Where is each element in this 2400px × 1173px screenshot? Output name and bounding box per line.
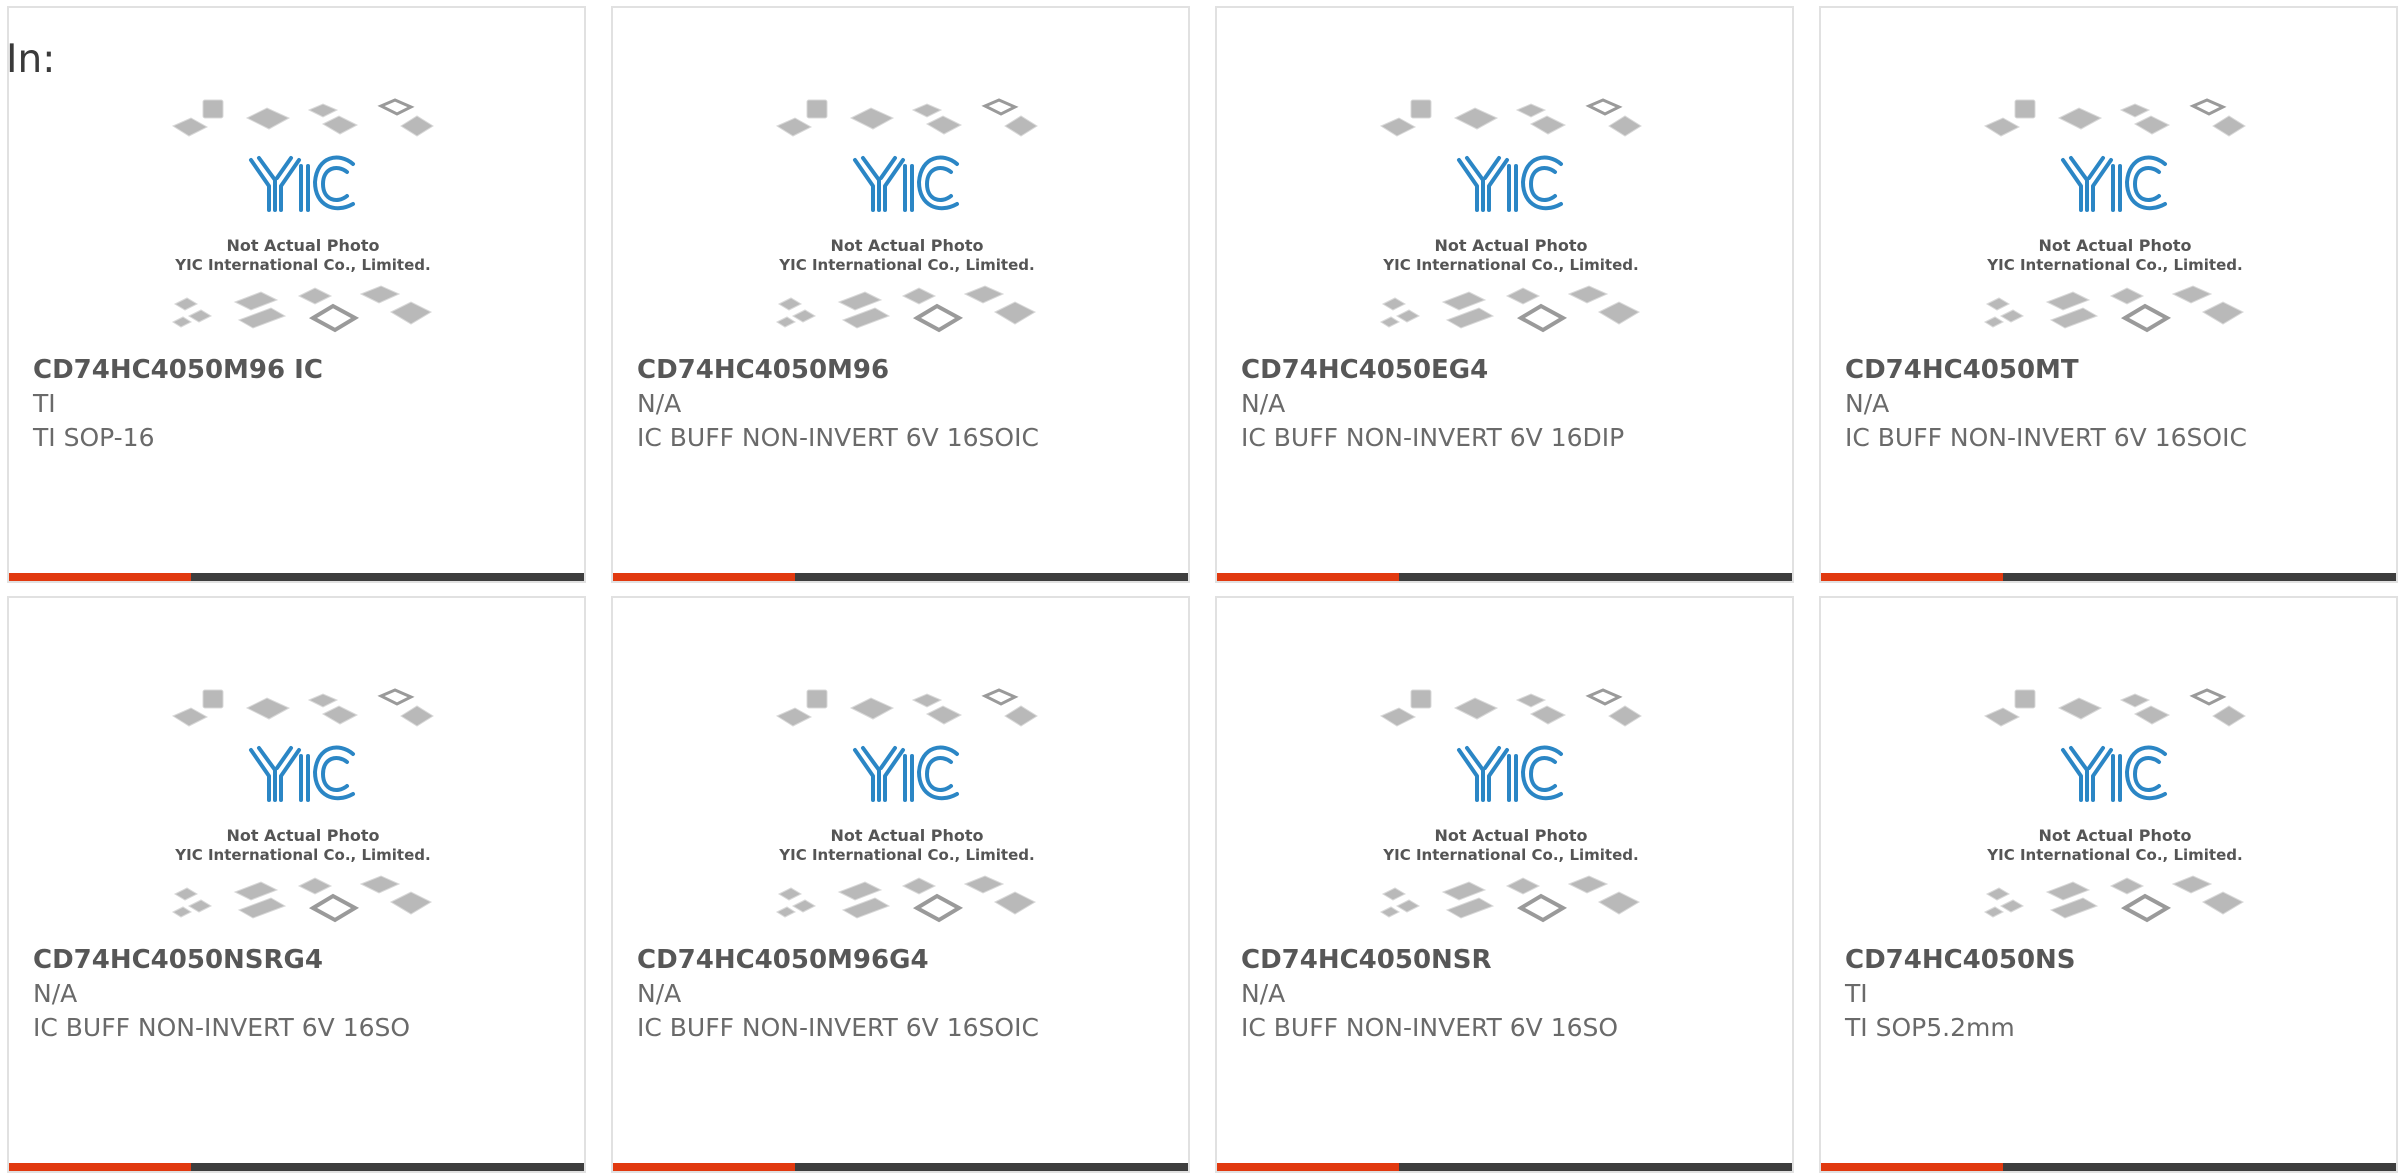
product-manufacturer: N/A xyxy=(33,979,78,1008)
product-image-placeholder: Not Actual Photo YIC International Co., L… xyxy=(165,686,441,928)
product-image-placeholder: Not Actual Photo YIC International Co., L… xyxy=(1977,96,2253,338)
not-actual-photo-label: Not Actual Photo xyxy=(1434,826,1587,845)
not-actual-photo-graphic: Not Actual PhotoYIC International Co., L… xyxy=(1983,98,2246,333)
not-actual-photo-label: Not Actual Photo xyxy=(226,826,379,845)
product-part-number[interactable]: CD74HC4050NSR xyxy=(1241,943,1780,977)
company-name-label: YIC International Co., Limited. xyxy=(1986,256,2242,274)
product-part-number[interactable]: CD74HC4050M96G4 xyxy=(637,943,1176,977)
yic-logo xyxy=(2061,155,2167,212)
card-bottom-bar xyxy=(1217,573,1792,581)
not-actual-photo-label: Not Actual Photo xyxy=(830,826,983,845)
product-manufacturer: N/A xyxy=(1241,979,1286,1008)
product-description: IC BUFF NON-INVERT 6V 16SO xyxy=(1241,1013,1619,1042)
company-name-label: YIC International Co., Limited. xyxy=(1382,256,1638,274)
product-image-placeholder: Not Actual Photo YIC International Co., L… xyxy=(165,96,441,338)
product-card[interactable]: Not Actual Photo YIC International Co., L… xyxy=(1215,6,1794,583)
product-card[interactable]: Not Actual Photo YIC International Co., L… xyxy=(1215,596,1794,1173)
card-bottom-bar xyxy=(1821,573,2396,581)
product-card[interactable]: Not Actual Photo YIC International Co., L… xyxy=(7,596,586,1173)
card-bottom-bar xyxy=(613,573,1188,581)
not-actual-photo-graphic: Not Actual PhotoYIC International Co., L… xyxy=(1983,688,2246,923)
company-name-label: YIC International Co., Limited. xyxy=(1986,846,2242,864)
not-actual-photo-graphic: Not Actual PhotoYIC International Co., L… xyxy=(171,688,434,923)
card-accent-bar xyxy=(1217,1163,1399,1171)
component-packages-icon xyxy=(1379,98,1642,333)
component-packages-icon xyxy=(775,98,1038,333)
product-image-placeholder: Not Actual Photo YIC International Co., L… xyxy=(769,686,1045,928)
product-part-number[interactable]: CD74HC4050M96 IC xyxy=(33,353,572,387)
product-image-placeholder: Not Actual Photo YIC International Co., L… xyxy=(1373,96,1649,338)
not-actual-photo-label: Not Actual Photo xyxy=(1434,236,1587,255)
card-accent-bar xyxy=(1821,1163,2003,1171)
product-card[interactable]: Not Actual Photo YIC International Co., L… xyxy=(1819,596,2398,1173)
component-packages-icon xyxy=(1379,688,1642,923)
product-manufacturer: TI xyxy=(1845,979,1868,1008)
product-description: IC BUFF NON-INVERT 6V 16SOIC xyxy=(637,1013,1039,1042)
card-bottom-bar xyxy=(9,1163,584,1171)
card-accent-bar xyxy=(1217,573,1399,581)
component-packages-icon xyxy=(1983,688,2246,923)
product-part-number[interactable]: CD74HC4050NSRG4 xyxy=(33,943,572,977)
card-bottom-bar xyxy=(1821,1163,2396,1171)
product-manufacturer: N/A xyxy=(1241,389,1286,418)
card-accent-bar xyxy=(9,573,191,581)
product-manufacturer: N/A xyxy=(1845,389,1890,418)
product-card[interactable]: Not Actual Photo YIC International Co., L… xyxy=(611,596,1190,1173)
card-accent-bar xyxy=(9,1163,191,1171)
product-part-number[interactable]: CD74HC4050MT xyxy=(1845,353,2384,387)
product-card[interactable]: Not Actual Photo YIC International Co., L… xyxy=(7,6,586,583)
yic-logo xyxy=(853,745,959,802)
component-packages-icon xyxy=(171,688,434,923)
product-image-placeholder: Not Actual Photo YIC International Co., L… xyxy=(1977,686,2253,928)
company-name-label: YIC International Co., Limited. xyxy=(174,846,430,864)
card-accent-bar xyxy=(1821,573,2003,581)
card-accent-bar xyxy=(613,573,795,581)
not-actual-photo-graphic: Not Actual PhotoYIC International Co., L… xyxy=(171,98,434,333)
company-name-label: YIC International Co., Limited. xyxy=(174,256,430,274)
component-packages-icon xyxy=(775,688,1038,923)
yic-logo xyxy=(1457,745,1563,802)
not-actual-photo-graphic: Not Actual PhotoYIC International Co., L… xyxy=(775,98,1038,333)
product-manufacturer: N/A xyxy=(637,389,682,418)
yic-logo xyxy=(249,745,355,802)
product-image-placeholder: Not Actual Photo YIC International Co., L… xyxy=(769,96,1045,338)
card-accent-bar xyxy=(613,1163,795,1171)
product-part-number[interactable]: CD74HC4050M96 xyxy=(637,353,1176,387)
card-bottom-bar xyxy=(1217,1163,1792,1171)
product-description: IC BUFF NON-INVERT 6V 16DIP xyxy=(1241,423,1625,452)
product-description: TI SOP5.2mm xyxy=(1845,1013,2015,1042)
yic-logo xyxy=(1457,155,1563,212)
not-actual-photo-label: Not Actual Photo xyxy=(830,236,983,255)
product-description: IC BUFF NON-INVERT 6V 16SOIC xyxy=(1845,423,2247,452)
company-name-label: YIC International Co., Limited. xyxy=(778,256,1034,274)
product-description: IC BUFF NON-INVERT 6V 16SOIC xyxy=(637,423,1039,452)
card-bottom-bar xyxy=(9,573,584,581)
product-image-placeholder: Not Actual Photo YIC International Co., L… xyxy=(1373,686,1649,928)
product-description: TI SOP-16 xyxy=(33,423,155,452)
card-bottom-bar xyxy=(613,1163,1188,1171)
yic-logo xyxy=(853,155,959,212)
not-actual-photo-label: Not Actual Photo xyxy=(226,236,379,255)
not-actual-photo-graphic: Not Actual PhotoYIC International Co., L… xyxy=(1379,688,1642,923)
product-part-number[interactable]: CD74HC4050NS xyxy=(1845,943,2384,977)
not-actual-photo-graphic: Not Actual PhotoYIC International Co., L… xyxy=(775,688,1038,923)
yic-logo xyxy=(2061,745,2167,802)
not-actual-photo-graphic: Not Actual PhotoYIC International Co., L… xyxy=(1379,98,1642,333)
product-card[interactable]: Not Actual Photo YIC International Co., L… xyxy=(1819,6,2398,583)
company-name-label: YIC International Co., Limited. xyxy=(1382,846,1638,864)
product-manufacturer: N/A xyxy=(637,979,682,1008)
company-name-label: YIC International Co., Limited. xyxy=(778,846,1034,864)
component-packages-icon xyxy=(1983,98,2246,333)
page-heading: In: xyxy=(6,37,56,82)
not-actual-photo-label: Not Actual Photo xyxy=(2038,826,2191,845)
product-manufacturer: TI xyxy=(33,389,56,418)
component-packages-icon xyxy=(171,98,434,333)
product-description: IC BUFF NON-INVERT 6V 16SO xyxy=(33,1013,411,1042)
not-actual-photo-label: Not Actual Photo xyxy=(2038,236,2191,255)
product-card[interactable]: Not Actual Photo YIC International Co., L… xyxy=(611,6,1190,583)
yic-logo xyxy=(249,155,355,212)
product-part-number[interactable]: CD74HC4050EG4 xyxy=(1241,353,1780,387)
